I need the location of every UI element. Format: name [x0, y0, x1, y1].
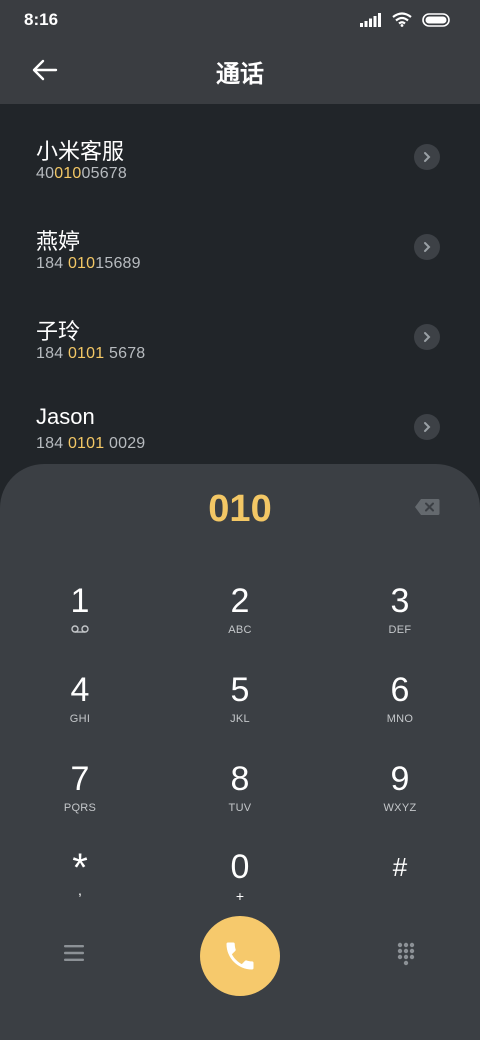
key-8[interactable]: 8 TUV — [180, 752, 300, 832]
wifi-icon — [392, 12, 412, 27]
key-9[interactable]: 9 WXYZ — [340, 752, 460, 832]
voicemail-icon — [71, 625, 89, 633]
dialed-number: 010 — [208, 488, 272, 530]
key-3[interactable]: 3 DEF — [340, 574, 460, 654]
contact-name: 小米客服 — [36, 139, 125, 164]
menu-icon[interactable] — [64, 944, 84, 962]
contact-number: 184 0101 0029 — [36, 435, 146, 452]
contact-row[interactable]: 燕婷 184 01015689 — [0, 194, 480, 284]
chevron-right-icon[interactable] — [414, 414, 440, 440]
keypad-icon[interactable] — [397, 942, 415, 966]
key-hash[interactable]: # — [340, 840, 460, 920]
page-title: 通话 — [216, 61, 264, 88]
battery-icon — [422, 12, 450, 27]
key-5[interactable]: 5 JKL — [180, 663, 300, 743]
phone-icon — [226, 942, 254, 970]
key-7[interactable]: 7 PQRS — [20, 752, 140, 832]
contact-name: 子玲 — [36, 319, 81, 344]
key-4[interactable]: 4 GHI — [20, 663, 140, 743]
backspace-icon[interactable] — [414, 498, 440, 516]
chevron-right-icon[interactable] — [414, 324, 440, 350]
contact-number: 184 0101 5678 — [36, 345, 146, 362]
key-6[interactable]: 6 MNO — [340, 663, 460, 743]
key-0[interactable]: 0 + — [180, 840, 300, 920]
call-button[interactable] — [200, 916, 280, 996]
chevron-right-icon[interactable] — [414, 144, 440, 170]
contact-number: 4001005678 — [36, 165, 127, 182]
contact-row[interactable]: 子玲 184 0101 5678 — [0, 284, 480, 374]
contact-row[interactable]: 小米客服 4001005678 — [0, 104, 480, 194]
status-time: 8:16 — [24, 10, 59, 29]
key-2[interactable]: 2 ABC — [180, 574, 300, 654]
header: 8:16 通话 — [0, 0, 480, 104]
contact-name: Jason — [36, 404, 95, 429]
key-star[interactable]: * , — [20, 840, 140, 920]
chevron-right-icon[interactable] — [414, 234, 440, 260]
dial-pad: 010 1 2 ABC 3 DEF 4 GHI 5 JKL 6 MNO 7 PQ… — [0, 464, 480, 1040]
contact-number: 184 01015689 — [36, 255, 141, 272]
contact-name: 燕婷 — [36, 229, 81, 254]
contact-row[interactable]: Jason 184 0101 0029 — [0, 374, 480, 464]
key-1[interactable]: 1 — [20, 574, 140, 654]
status-bar: 8:16 — [0, 0, 480, 40]
signal-icon — [360, 12, 381, 27]
contact-list: 小米客服 4001005678 燕婷 184 01015689 子玲 184 0… — [0, 104, 480, 464]
